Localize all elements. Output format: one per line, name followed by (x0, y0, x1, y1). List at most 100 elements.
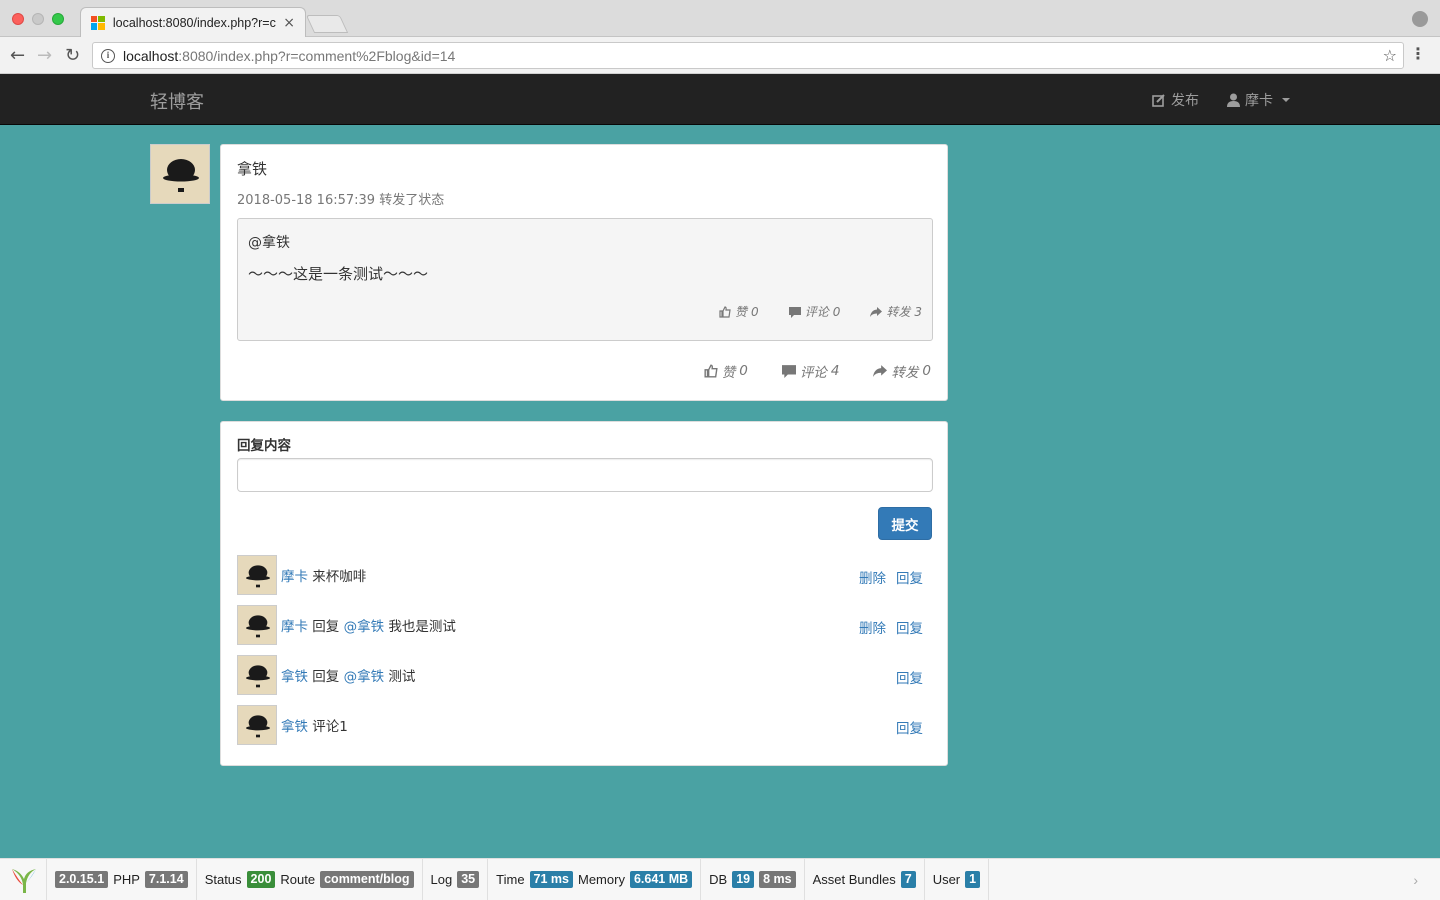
user-menu-label: 摩卡 (1245, 93, 1273, 109)
comment-avatar[interactable] (237, 655, 277, 695)
thumbs-up-icon (719, 305, 731, 318)
share-button[interactable]: 转发 0 (873, 361, 931, 381)
debug-db-block[interactable]: DB 19 8 ms (701, 858, 805, 900)
comment-button[interactable]: 评论 4 (781, 361, 839, 381)
comment-actions: 删除 回复 (859, 567, 923, 587)
user-menu[interactable]: 摩卡 (1227, 90, 1290, 110)
delete-comment-link[interactable]: 删除 (859, 617, 886, 637)
url-text[interactable]: localhost:8080/index.php?r=comment%2Fblo… (123, 48, 455, 64)
memory-badge: 6.641 MB (629, 871, 693, 888)
submit-button[interactable]: 提交 (878, 507, 932, 540)
forward-icon[interactable]: → (37, 45, 52, 66)
comment-body: 来杯咖啡 (312, 569, 367, 585)
yii-version-badge: 2.0.15.1 (55, 871, 109, 888)
route-badge: comment/blog (320, 871, 414, 888)
comment-item: 摩卡 回复 @拿铁 我也是测试 删除 回复 (237, 605, 933, 655)
publish-label: 发布 (1171, 93, 1199, 109)
reply-comment-link[interactable]: 回复 (896, 567, 923, 587)
reply-comment-link[interactable]: 回复 (896, 667, 923, 687)
browser-menu-icon[interactable]: ⋮ (1410, 44, 1426, 63)
status-badge: 200 (246, 871, 276, 888)
user-badge: 1 (965, 871, 981, 888)
reply-target-link[interactable]: @拿铁 (344, 669, 385, 685)
edit-icon (1152, 94, 1165, 107)
quoted-actions: 赞0 评论 0 转发 3 (719, 303, 922, 320)
quoted-body: ～～～这是一条测试～～～ (248, 265, 429, 283)
reply-input[interactable] (237, 458, 933, 492)
comment-icon (788, 306, 801, 318)
comment-item: 摩卡 来杯咖啡 删除 回复 (237, 555, 933, 605)
favicon-icon (91, 15, 105, 30)
debug-request-block[interactable]: Status 200 Route comment/blog (197, 858, 423, 900)
quoted-comment-button[interactable]: 评论 0 (788, 303, 840, 320)
comment-item: 拿铁 回复 @拿铁 测试 回复 (237, 655, 933, 705)
log-badge: 35 (457, 871, 480, 888)
reply-comment-link[interactable]: 回复 (896, 617, 923, 637)
comment-item: 拿铁 评论1 回复 (237, 705, 933, 755)
comment-user-link[interactable]: 拿铁 (281, 719, 308, 735)
post-actions: 赞0 评论 4 转发 0 (704, 361, 931, 381)
debug-version-block[interactable]: 2.0.15.1 PHP 7.1.14 (47, 858, 197, 900)
comment-avatar[interactable] (237, 605, 277, 645)
publish-link[interactable]: 发布 (1152, 90, 1199, 110)
comment-body: 测试 (388, 669, 416, 685)
quoted-like-button[interactable]: 赞0 (719, 303, 759, 320)
post-meta: 2018-05-18 16:57:39 转发了状态 (237, 193, 445, 208)
reply-comment-link[interactable]: 回复 (896, 717, 923, 737)
debug-log-block[interactable]: Log 35 (423, 858, 489, 900)
comment-avatar[interactable] (237, 555, 277, 595)
php-version-badge: 7.1.14 (144, 871, 188, 888)
comment-text: 拿铁 评论1 (281, 715, 348, 735)
time-badge: 71 ms (529, 871, 573, 888)
reload-icon[interactable]: ↻ (65, 45, 80, 66)
profile-icon[interactable] (1412, 11, 1428, 27)
comment-actions: 回复 (896, 717, 923, 737)
debug-profiling-block[interactable]: Time 71 ms Memory 6.641 MB (488, 858, 702, 900)
hat-avatar-icon (238, 556, 277, 595)
debug-assets-block[interactable]: Asset Bundles 7 (805, 858, 925, 900)
new-tab-button[interactable] (305, 15, 349, 33)
brand-logo[interactable]: 轻博客 (150, 88, 204, 114)
tab-title: localhost:8080/index.php?r=c (112, 15, 276, 30)
comment-user-link[interactable]: 摩卡 (281, 619, 308, 635)
reply-word: 回复 (312, 669, 340, 685)
browser-tab[interactable]: localhost:8080/index.php?r=c × (80, 7, 306, 37)
like-button[interactable]: 赞0 (704, 361, 748, 381)
comment-user-link[interactable]: 摩卡 (281, 569, 308, 585)
bookmark-star-icon[interactable]: ☆ (1383, 46, 1397, 65)
debug-user-block[interactable]: User 1 (925, 858, 990, 900)
quoted-author[interactable]: @拿铁 (248, 232, 290, 252)
back-icon[interactable]: ← (10, 45, 25, 66)
comment-body: 评论1 (312, 719, 348, 735)
hat-avatar-icon (238, 606, 277, 645)
browser-toolbar: ← → ↻ i localhost:8080/index.php?r=comme… (0, 37, 1440, 74)
user-icon (1227, 93, 1240, 107)
address-bar[interactable]: i localhost:8080/index.php?r=comment%2Fb… (92, 42, 1404, 69)
reply-word: 回复 (312, 619, 340, 635)
share-arrow-icon (870, 306, 883, 317)
hat-avatar-icon (238, 656, 277, 695)
comment-user-link[interactable]: 拿铁 (281, 669, 308, 685)
quoted-share-button[interactable]: 转发 3 (870, 303, 922, 320)
site-info-icon[interactable]: i (101, 48, 115, 63)
quoted-post: @拿铁 ～～～这是一条测试～～～ 赞0 评论 0 转发 3 (237, 218, 933, 341)
comment-avatar[interactable] (237, 705, 277, 745)
yii-logo-icon[interactable] (0, 858, 47, 900)
post-panel: 拿铁 2018-05-18 16:57:39 转发了状态 @拿铁 ～～～这是一条… (220, 144, 948, 401)
comment-actions: 删除 回复 (859, 617, 923, 637)
minimize-window-button[interactable] (32, 13, 44, 25)
browser-tabbar: localhost:8080/index.php?r=c × (0, 0, 1440, 37)
maximize-window-button[interactable] (52, 13, 64, 25)
hat-avatar-icon (238, 706, 277, 745)
post-author[interactable]: 拿铁 (237, 158, 267, 179)
post-author-avatar[interactable] (150, 144, 210, 204)
reply-target-link[interactable]: @拿铁 (344, 619, 385, 635)
db-queries-badge: 19 (732, 871, 755, 888)
debug-toolbar: 2.0.15.1 PHP 7.1.14 Status 200 Route com… (0, 858, 1440, 900)
reply-panel: 回复内容 提交 摩卡 来杯咖啡 删除 回复 摩卡 回复 @拿铁 我也是测试 删除 回复 拿铁… (220, 421, 948, 766)
debug-toggle-icon[interactable]: › (1413, 872, 1418, 888)
app-navbar: 轻博客 发布 摩卡 (0, 74, 1440, 125)
close-window-button[interactable] (12, 13, 24, 25)
tab-close-icon[interactable]: × (283, 15, 295, 31)
delete-comment-link[interactable]: 删除 (859, 567, 886, 587)
